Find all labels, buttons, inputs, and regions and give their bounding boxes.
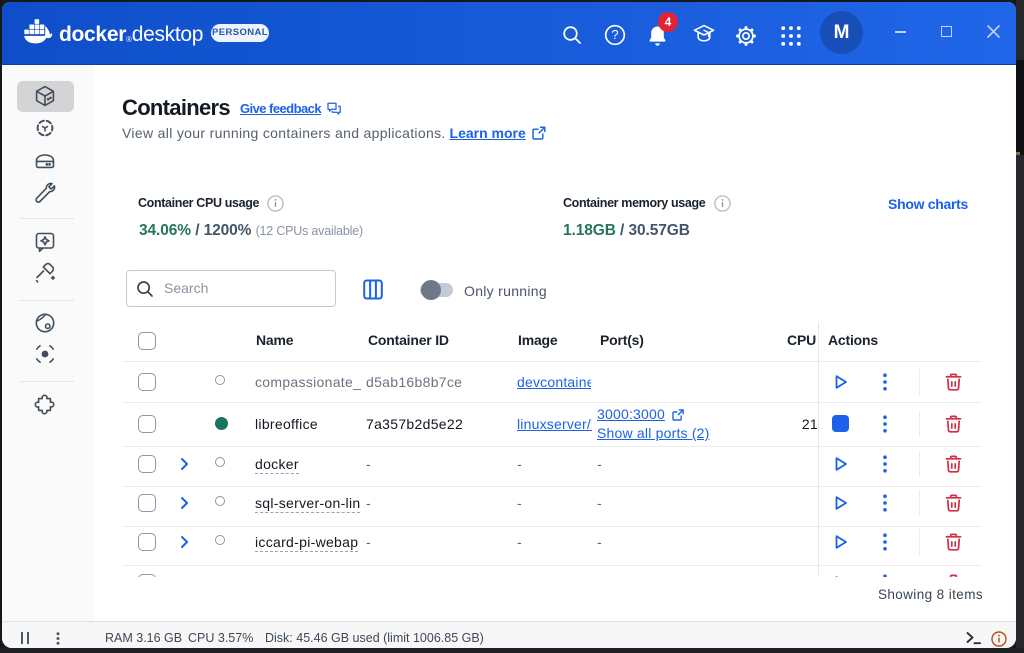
svg-text:?: ? (611, 27, 618, 42)
